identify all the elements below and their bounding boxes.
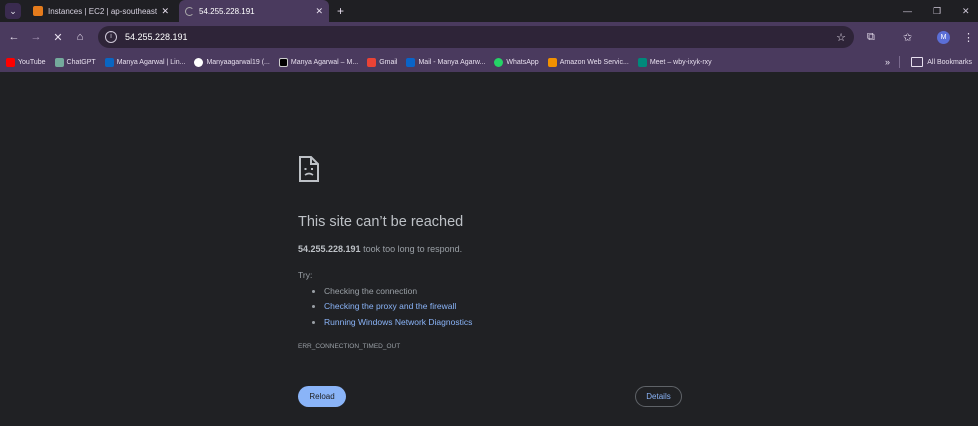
error-summary: 54.255.228.191 took too long to respond.: [298, 244, 462, 254]
bookmark-meet[interactable]: Meet – wby-ixyk-rxy: [637, 57, 712, 67]
profile-area: M: [937, 22, 950, 52]
bookmark-outlook[interactable]: Mail - Manya Agarw...: [406, 57, 486, 67]
sad-document-icon: [299, 156, 319, 182]
bookmark-label: Amazon Web Servic...: [559, 58, 629, 66]
all-bookmarks-label: All Bookmarks: [927, 58, 972, 66]
reload-button[interactable]: Reload: [298, 386, 346, 407]
error-summary-text: took too long to respond.: [360, 244, 463, 254]
tab-search-button[interactable]: ⌄: [5, 3, 21, 19]
bookmark-label: Manya Agarwal – M...: [290, 58, 359, 66]
bookmark-github[interactable]: Manyaagarwal19 (...: [194, 57, 270, 67]
whatsapp-icon: [494, 57, 504, 67]
meet-icon: [637, 57, 647, 67]
close-window-icon[interactable]: ✕: [962, 0, 970, 22]
bookmark-label: ChatGPT: [66, 58, 96, 66]
suggestion-check-proxy-firewall-link[interactable]: Checking the proxy and the firewall: [312, 301, 456, 311]
bookmark-linkedin[interactable]: Manya Agarwal | Lin...: [104, 57, 186, 67]
bullet-icon: [312, 320, 315, 324]
error-host: 54.255.228.191: [298, 244, 361, 254]
extensions-puzzle-icon[interactable]: ⧉: [867, 22, 875, 52]
bookmarks-overflow-button[interactable]: »: [885, 57, 890, 67]
bookmark-youtube[interactable]: YouTube: [6, 57, 46, 67]
forward-arrow-icon[interactable]: →: [25, 31, 47, 43]
bookmark-whatsapp[interactable]: WhatsApp: [494, 57, 539, 67]
linkedin-icon: [104, 57, 114, 67]
bookmark-label: Manyaagarwal19 (...: [206, 58, 270, 66]
all-bookmarks-button[interactable]: All Bookmarks: [911, 57, 972, 67]
error-heading: This site can’t be reached: [298, 214, 464, 230]
youtube-icon: [6, 57, 15, 67]
menu-kebab-icon[interactable]: ⋮: [963, 22, 974, 52]
address-url[interactable]: 54.255.228.191: [125, 32, 188, 42]
bullet-icon: [312, 289, 315, 293]
suggestion-text[interactable]: Running Windows Network Diagnostics: [324, 317, 472, 327]
profile-avatar[interactable]: M: [937, 30, 950, 44]
github-icon: [194, 57, 204, 67]
tab-title: 54.255.228.191: [199, 6, 255, 16]
suggestion-text[interactable]: Checking the proxy and the firewall: [324, 301, 456, 311]
folder-icon: [911, 57, 924, 67]
bookmarks-divider: [899, 56, 900, 68]
tab-title: Instances | EC2 | ap-southeast: [48, 6, 158, 16]
outlook-icon: [406, 57, 416, 67]
tab-ec2-instances[interactable]: Instances | EC2 | ap-southeast ✕: [27, 0, 175, 22]
aws-favicon-icon: [33, 6, 43, 16]
tab-active-site[interactable]: 54.255.228.191 ✕: [179, 0, 329, 22]
bookmark-label: Mail - Manya Agarw...: [418, 58, 486, 66]
suggestion-check-connection: Checking the connection: [312, 286, 417, 296]
home-icon[interactable]: ⌂: [69, 31, 91, 43]
tab-close-icon[interactable]: ✕: [315, 6, 323, 17]
medium-icon: [278, 57, 288, 67]
back-arrow-icon[interactable]: ←: [3, 31, 25, 43]
title-bar: ⌄ Instances | EC2 | ap-southeast ✕ 54.25…: [0, 0, 978, 22]
stop-loading-icon[interactable]: ✕: [47, 31, 69, 44]
suggestion-text: Checking the connection: [324, 286, 418, 296]
bookmarks-star-icon[interactable]: ✩: [903, 22, 912, 52]
bookmark-label: Manya Agarwal | Lin...: [116, 58, 186, 66]
bookmark-aws[interactable]: Amazon Web Servic...: [547, 57, 629, 67]
details-button[interactable]: Details: [635, 386, 682, 407]
bookmark-label: Gmail: [379, 58, 398, 66]
address-bar[interactable]: i 54.255.228.191 ☆: [98, 26, 854, 48]
error-code: ERR_CONNECTION_TIMED_OUT: [298, 343, 401, 350]
site-info-icon[interactable]: i: [105, 31, 117, 43]
new-tab-plus-icon[interactable]: +: [337, 4, 344, 18]
browser-toolbar: ← → ✕ ⌂ i 54.255.228.191 ☆: [0, 22, 978, 52]
bookmark-star-icon[interactable]: ☆: [836, 31, 846, 44]
bookmark-label: Meet – wby-ixyk-rxy: [649, 58, 712, 66]
bookmark-label: WhatsApp: [506, 58, 539, 66]
restore-icon[interactable]: ❐: [933, 0, 941, 22]
tab-close-icon[interactable]: ✕: [161, 6, 169, 17]
bullet-icon: [312, 304, 315, 308]
try-label: Try:: [298, 270, 313, 280]
suggestion-network-diagnostics-link[interactable]: Running Windows Network Diagnostics: [312, 317, 472, 327]
chevron-down-icon: ⌄: [9, 5, 17, 16]
minimize-icon[interactable]: —: [903, 0, 912, 22]
bookmark-label: YouTube: [18, 58, 46, 66]
aws-icon: [547, 57, 557, 67]
bookmark-chatgpt[interactable]: ChatGPT: [54, 57, 96, 67]
bookmark-gmail[interactable]: Gmail: [367, 57, 398, 67]
loading-spinner-icon: [185, 6, 194, 16]
chatgpt-icon: [54, 57, 64, 67]
gmail-icon: [367, 57, 377, 67]
error-page: This site can’t be reached 54.255.228.19…: [0, 72, 978, 426]
bookmark-medium[interactable]: Manya Agarwal – M...: [278, 57, 359, 67]
bookmarks-bar: YouTube ChatGPT Manya Agarwal | Lin... M…: [0, 52, 978, 72]
